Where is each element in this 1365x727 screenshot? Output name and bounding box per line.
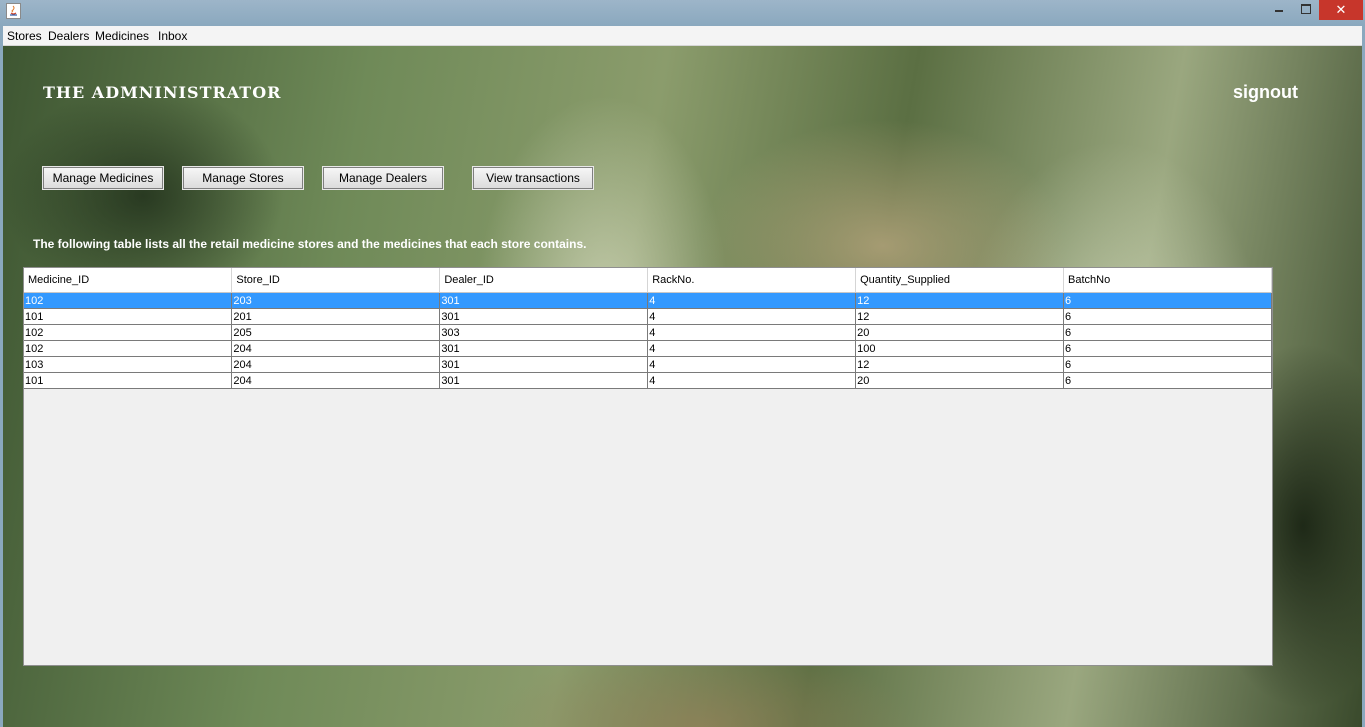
table-cell[interactable]: 102 — [24, 340, 233, 357]
table-cell[interactable]: 102 — [24, 324, 233, 341]
table-row[interactable]: 102 203 301 4 12 6 — [24, 292, 1272, 309]
menu-dealers[interactable]: Dealers — [48, 29, 89, 43]
menu-inbox[interactable]: Inbox — [158, 29, 187, 43]
table-row[interactable]: 102 205 303 4 20 6 — [24, 324, 1272, 341]
table-cell[interactable]: 303 — [439, 324, 649, 341]
title-bar: ✕ — [0, 0, 1365, 26]
minimize-button[interactable] — [1268, 0, 1290, 20]
table-cell[interactable]: 103 — [24, 356, 233, 373]
column-header-rack-no[interactable]: RackNo. — [647, 268, 857, 293]
maximize-button[interactable] — [1295, 0, 1317, 20]
main-panel: THE ADMNINISTRATOR signout Manage Medici… — [3, 46, 1362, 727]
table-row[interactable]: 103 204 301 4 12 6 — [24, 356, 1272, 373]
column-header-batch-no[interactable]: BatchNo — [1063, 268, 1272, 293]
menu-medicines[interactable]: Medicines — [95, 29, 149, 43]
table-cell[interactable]: 6 — [1063, 292, 1272, 309]
table-cell[interactable]: 301 — [439, 308, 649, 325]
table-cell[interactable]: 12 — [855, 308, 1065, 325]
manage-medicines-button[interactable]: Manage Medicines — [42, 166, 164, 190]
view-transactions-button[interactable]: View transactions — [472, 166, 594, 190]
maximize-icon — [1301, 4, 1311, 14]
table-cell[interactable]: 203 — [231, 292, 441, 309]
table-cell[interactable]: 20 — [855, 372, 1065, 389]
table-description: The following table lists all the retail… — [33, 237, 587, 251]
table-cell[interactable]: 12 — [855, 292, 1065, 309]
table-cell[interactable]: 4 — [647, 356, 857, 373]
table-cell[interactable]: 205 — [231, 324, 441, 341]
table-cell[interactable]: 6 — [1063, 324, 1272, 341]
table-row[interactable]: 101 201 301 4 12 6 — [24, 308, 1272, 325]
manage-dealers-button[interactable]: Manage Dealers — [322, 166, 444, 190]
table-cell[interactable]: 204 — [231, 372, 441, 389]
close-button[interactable]: ✕ — [1319, 0, 1363, 20]
table-cell[interactable]: 6 — [1063, 308, 1272, 325]
table-cell[interactable]: 201 — [231, 308, 441, 325]
table-cell[interactable]: 4 — [647, 308, 857, 325]
signout-link[interactable]: signout — [1233, 82, 1298, 103]
table-cell[interactable]: 301 — [439, 340, 649, 357]
table-cell[interactable]: 101 — [24, 308, 233, 325]
table-header-row: Medicine_ID Store_ID Dealer_ID RackNo. Q… — [24, 268, 1272, 293]
stores-table[interactable]: Medicine_ID Store_ID Dealer_ID RackNo. Q… — [23, 267, 1273, 666]
manage-stores-button[interactable]: Manage Stores — [182, 166, 304, 190]
minimize-icon — [1275, 10, 1283, 12]
table-cell[interactable]: 6 — [1063, 356, 1272, 373]
table-cell[interactable]: 301 — [439, 356, 649, 373]
table-cell[interactable]: 4 — [647, 372, 857, 389]
table-cell[interactable]: 4 — [647, 340, 857, 357]
table-cell[interactable]: 100 — [855, 340, 1065, 357]
column-header-medicine-id[interactable]: Medicine_ID — [24, 268, 233, 293]
table-cell[interactable]: 102 — [24, 292, 233, 309]
table-cell[interactable]: 204 — [231, 356, 441, 373]
table-row[interactable]: 101 204 301 4 20 6 — [24, 372, 1272, 389]
close-icon: ✕ — [1335, 2, 1347, 17]
table-cell[interactable]: 20 — [855, 324, 1065, 341]
menu-stores[interactable]: Stores — [7, 29, 42, 43]
table-cell[interactable]: 301 — [439, 292, 649, 309]
column-header-quantity-supplied[interactable]: Quantity_Supplied — [855, 268, 1065, 293]
column-header-store-id[interactable]: Store_ID — [231, 268, 441, 293]
table-cell[interactable]: 12 — [855, 356, 1065, 373]
table-cell[interactable]: 101 — [24, 372, 233, 389]
table-cell[interactable]: 6 — [1063, 372, 1272, 389]
table-cell[interactable]: 4 — [647, 324, 857, 341]
column-header-dealer-id[interactable]: Dealer_ID — [439, 268, 649, 293]
page-title: THE ADMNINISTRATOR — [43, 83, 282, 102]
table-cell[interactable]: 301 — [439, 372, 649, 389]
menu-bar: Stores Dealers Medicines Inbox — [3, 26, 1362, 46]
table-cell[interactable]: 6 — [1063, 340, 1272, 357]
table-row[interactable]: 102 204 301 4 100 6 — [24, 340, 1272, 357]
table-cell[interactable]: 204 — [231, 340, 441, 357]
table-cell[interactable]: 4 — [647, 292, 857, 309]
java-app-icon[interactable] — [6, 3, 21, 19]
